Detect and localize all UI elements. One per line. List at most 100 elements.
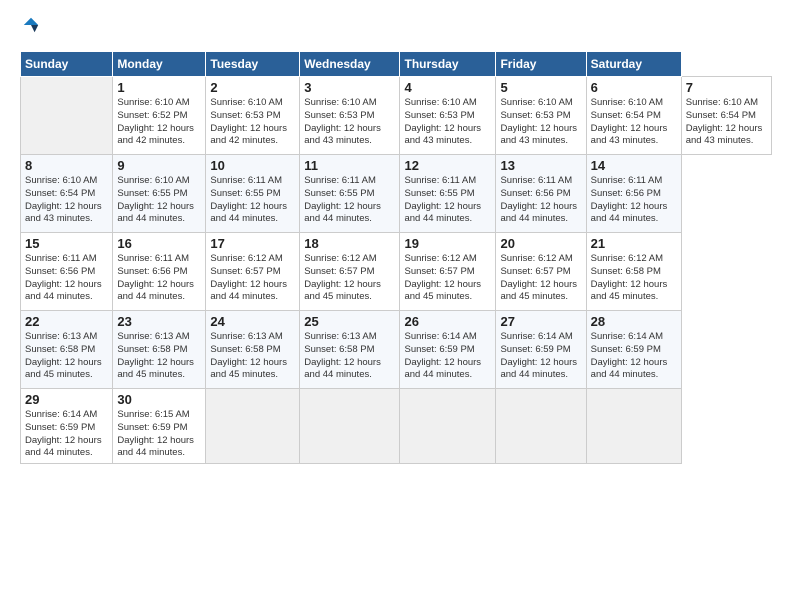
day-number: 9 — [117, 158, 201, 173]
day-info: Sunrise: 6:11 AMSunset: 6:55 PMDaylight:… — [210, 175, 287, 224]
day-number: 22 — [25, 314, 108, 329]
day-number: 19 — [404, 236, 491, 251]
day-number: 8 — [25, 158, 108, 173]
day-cell: 7 Sunrise: 6:10 AMSunset: 6:54 PMDayligh… — [681, 77, 771, 155]
day-info: Sunrise: 6:14 AMSunset: 6:59 PMDaylight:… — [500, 331, 577, 380]
empty-day-cell — [21, 77, 113, 155]
day-number: 21 — [591, 236, 677, 251]
day-cell: 26 Sunrise: 6:14 AMSunset: 6:59 PMDaylig… — [400, 311, 496, 389]
day-cell: 20 Sunrise: 6:12 AMSunset: 6:57 PMDaylig… — [496, 233, 586, 311]
day-info: Sunrise: 6:12 AMSunset: 6:58 PMDaylight:… — [591, 253, 668, 302]
day-info: Sunrise: 6:13 AMSunset: 6:58 PMDaylight:… — [25, 331, 102, 380]
day-info: Sunrise: 6:10 AMSunset: 6:54 PMDaylight:… — [25, 175, 102, 224]
day-info: Sunrise: 6:10 AMSunset: 6:53 PMDaylight:… — [404, 97, 481, 146]
day-cell: 17 Sunrise: 6:12 AMSunset: 6:57 PMDaylig… — [206, 233, 300, 311]
day-info: Sunrise: 6:11 AMSunset: 6:56 PMDaylight:… — [117, 253, 194, 302]
day-cell: 9 Sunrise: 6:10 AMSunset: 6:55 PMDayligh… — [113, 155, 206, 233]
day-info: Sunrise: 6:10 AMSunset: 6:55 PMDaylight:… — [117, 175, 194, 224]
day-info: Sunrise: 6:10 AMSunset: 6:53 PMDaylight:… — [500, 97, 577, 146]
day-number: 7 — [686, 80, 767, 95]
day-cell: 6 Sunrise: 6:10 AMSunset: 6:54 PMDayligh… — [586, 77, 681, 155]
day-cell: 14 Sunrise: 6:11 AMSunset: 6:56 PMDaylig… — [586, 155, 681, 233]
day-info: Sunrise: 6:10 AMSunset: 6:53 PMDaylight:… — [304, 97, 381, 146]
day-number: 15 — [25, 236, 108, 251]
day-number: 30 — [117, 392, 201, 407]
header — [20, 16, 772, 41]
weekday-header: Saturday — [586, 52, 681, 77]
day-number: 5 — [500, 80, 581, 95]
day-number: 26 — [404, 314, 491, 329]
day-info: Sunrise: 6:11 AMSunset: 6:55 PMDaylight:… — [304, 175, 381, 224]
weekday-header: Tuesday — [206, 52, 300, 77]
day-cell: 23 Sunrise: 6:13 AMSunset: 6:58 PMDaylig… — [113, 311, 206, 389]
day-info: Sunrise: 6:12 AMSunset: 6:57 PMDaylight:… — [304, 253, 381, 302]
day-info: Sunrise: 6:13 AMSunset: 6:58 PMDaylight:… — [210, 331, 287, 380]
day-info: Sunrise: 6:11 AMSunset: 6:56 PMDaylight:… — [500, 175, 577, 224]
day-info: Sunrise: 6:14 AMSunset: 6:59 PMDaylight:… — [25, 409, 102, 458]
day-info: Sunrise: 6:10 AMSunset: 6:52 PMDaylight:… — [117, 97, 194, 146]
day-number: 16 — [117, 236, 201, 251]
weekday-header-row: SundayMondayTuesdayWednesdayThursdayFrid… — [21, 52, 772, 77]
day-info: Sunrise: 6:14 AMSunset: 6:59 PMDaylight:… — [404, 331, 481, 380]
day-cell: 4 Sunrise: 6:10 AMSunset: 6:53 PMDayligh… — [400, 77, 496, 155]
day-info: Sunrise: 6:15 AMSunset: 6:59 PMDaylight:… — [117, 409, 194, 458]
day-cell: 10 Sunrise: 6:11 AMSunset: 6:55 PMDaylig… — [206, 155, 300, 233]
weekday-header: Wednesday — [300, 52, 400, 77]
weekday-header: Thursday — [400, 52, 496, 77]
page: SundayMondayTuesdayWednesdayThursdayFrid… — [0, 0, 792, 612]
calendar-week-row: 8 Sunrise: 6:10 AMSunset: 6:54 PMDayligh… — [21, 155, 772, 233]
day-number: 23 — [117, 314, 201, 329]
day-number: 29 — [25, 392, 108, 407]
weekday-header: Friday — [496, 52, 586, 77]
day-cell: 29 Sunrise: 6:14 AMSunset: 6:59 PMDaylig… — [21, 389, 113, 464]
day-number: 25 — [304, 314, 395, 329]
day-number: 13 — [500, 158, 581, 173]
day-info: Sunrise: 6:14 AMSunset: 6:59 PMDaylight:… — [591, 331, 668, 380]
day-info: Sunrise: 6:11 AMSunset: 6:56 PMDaylight:… — [591, 175, 668, 224]
weekday-header: Monday — [113, 52, 206, 77]
day-number: 27 — [500, 314, 581, 329]
day-cell: 28 Sunrise: 6:14 AMSunset: 6:59 PMDaylig… — [586, 311, 681, 389]
day-info: Sunrise: 6:10 AMSunset: 6:53 PMDaylight:… — [210, 97, 287, 146]
day-number: 10 — [210, 158, 295, 173]
day-number: 12 — [404, 158, 491, 173]
day-number: 4 — [404, 80, 491, 95]
day-cell: 15 Sunrise: 6:11 AMSunset: 6:56 PMDaylig… — [21, 233, 113, 311]
day-info: Sunrise: 6:11 AMSunset: 6:55 PMDaylight:… — [404, 175, 481, 224]
day-cell — [300, 389, 400, 464]
day-cell: 16 Sunrise: 6:11 AMSunset: 6:56 PMDaylig… — [113, 233, 206, 311]
day-cell: 12 Sunrise: 6:11 AMSunset: 6:55 PMDaylig… — [400, 155, 496, 233]
calendar-week-row: 22 Sunrise: 6:13 AMSunset: 6:58 PMDaylig… — [21, 311, 772, 389]
day-cell — [586, 389, 681, 464]
day-info: Sunrise: 6:10 AMSunset: 6:54 PMDaylight:… — [686, 97, 763, 146]
calendar-week-row: 15 Sunrise: 6:11 AMSunset: 6:56 PMDaylig… — [21, 233, 772, 311]
day-cell: 30 Sunrise: 6:15 AMSunset: 6:59 PMDaylig… — [113, 389, 206, 464]
day-cell: 21 Sunrise: 6:12 AMSunset: 6:58 PMDaylig… — [586, 233, 681, 311]
day-cell: 11 Sunrise: 6:11 AMSunset: 6:55 PMDaylig… — [300, 155, 400, 233]
day-number: 6 — [591, 80, 677, 95]
day-info: Sunrise: 6:12 AMSunset: 6:57 PMDaylight:… — [404, 253, 481, 302]
day-number: 14 — [591, 158, 677, 173]
day-number: 11 — [304, 158, 395, 173]
weekday-header: Sunday — [21, 52, 113, 77]
day-cell: 1 Sunrise: 6:10 AMSunset: 6:52 PMDayligh… — [113, 77, 206, 155]
day-number: 20 — [500, 236, 581, 251]
day-info: Sunrise: 6:10 AMSunset: 6:54 PMDaylight:… — [591, 97, 668, 146]
day-cell — [206, 389, 300, 464]
day-number: 3 — [304, 80, 395, 95]
day-number: 2 — [210, 80, 295, 95]
day-cell: 22 Sunrise: 6:13 AMSunset: 6:58 PMDaylig… — [21, 311, 113, 389]
calendar-week-row: 1 Sunrise: 6:10 AMSunset: 6:52 PMDayligh… — [21, 77, 772, 155]
day-number: 28 — [591, 314, 677, 329]
day-cell — [400, 389, 496, 464]
day-number: 18 — [304, 236, 395, 251]
logo-icon — [22, 16, 40, 34]
day-cell: 27 Sunrise: 6:14 AMSunset: 6:59 PMDaylig… — [496, 311, 586, 389]
day-info: Sunrise: 6:12 AMSunset: 6:57 PMDaylight:… — [210, 253, 287, 302]
calendar-week-row: 29 Sunrise: 6:14 AMSunset: 6:59 PMDaylig… — [21, 389, 772, 464]
day-cell: 13 Sunrise: 6:11 AMSunset: 6:56 PMDaylig… — [496, 155, 586, 233]
logo — [20, 16, 40, 41]
day-cell: 18 Sunrise: 6:12 AMSunset: 6:57 PMDaylig… — [300, 233, 400, 311]
day-info: Sunrise: 6:12 AMSunset: 6:57 PMDaylight:… — [500, 253, 577, 302]
day-cell: 2 Sunrise: 6:10 AMSunset: 6:53 PMDayligh… — [206, 77, 300, 155]
